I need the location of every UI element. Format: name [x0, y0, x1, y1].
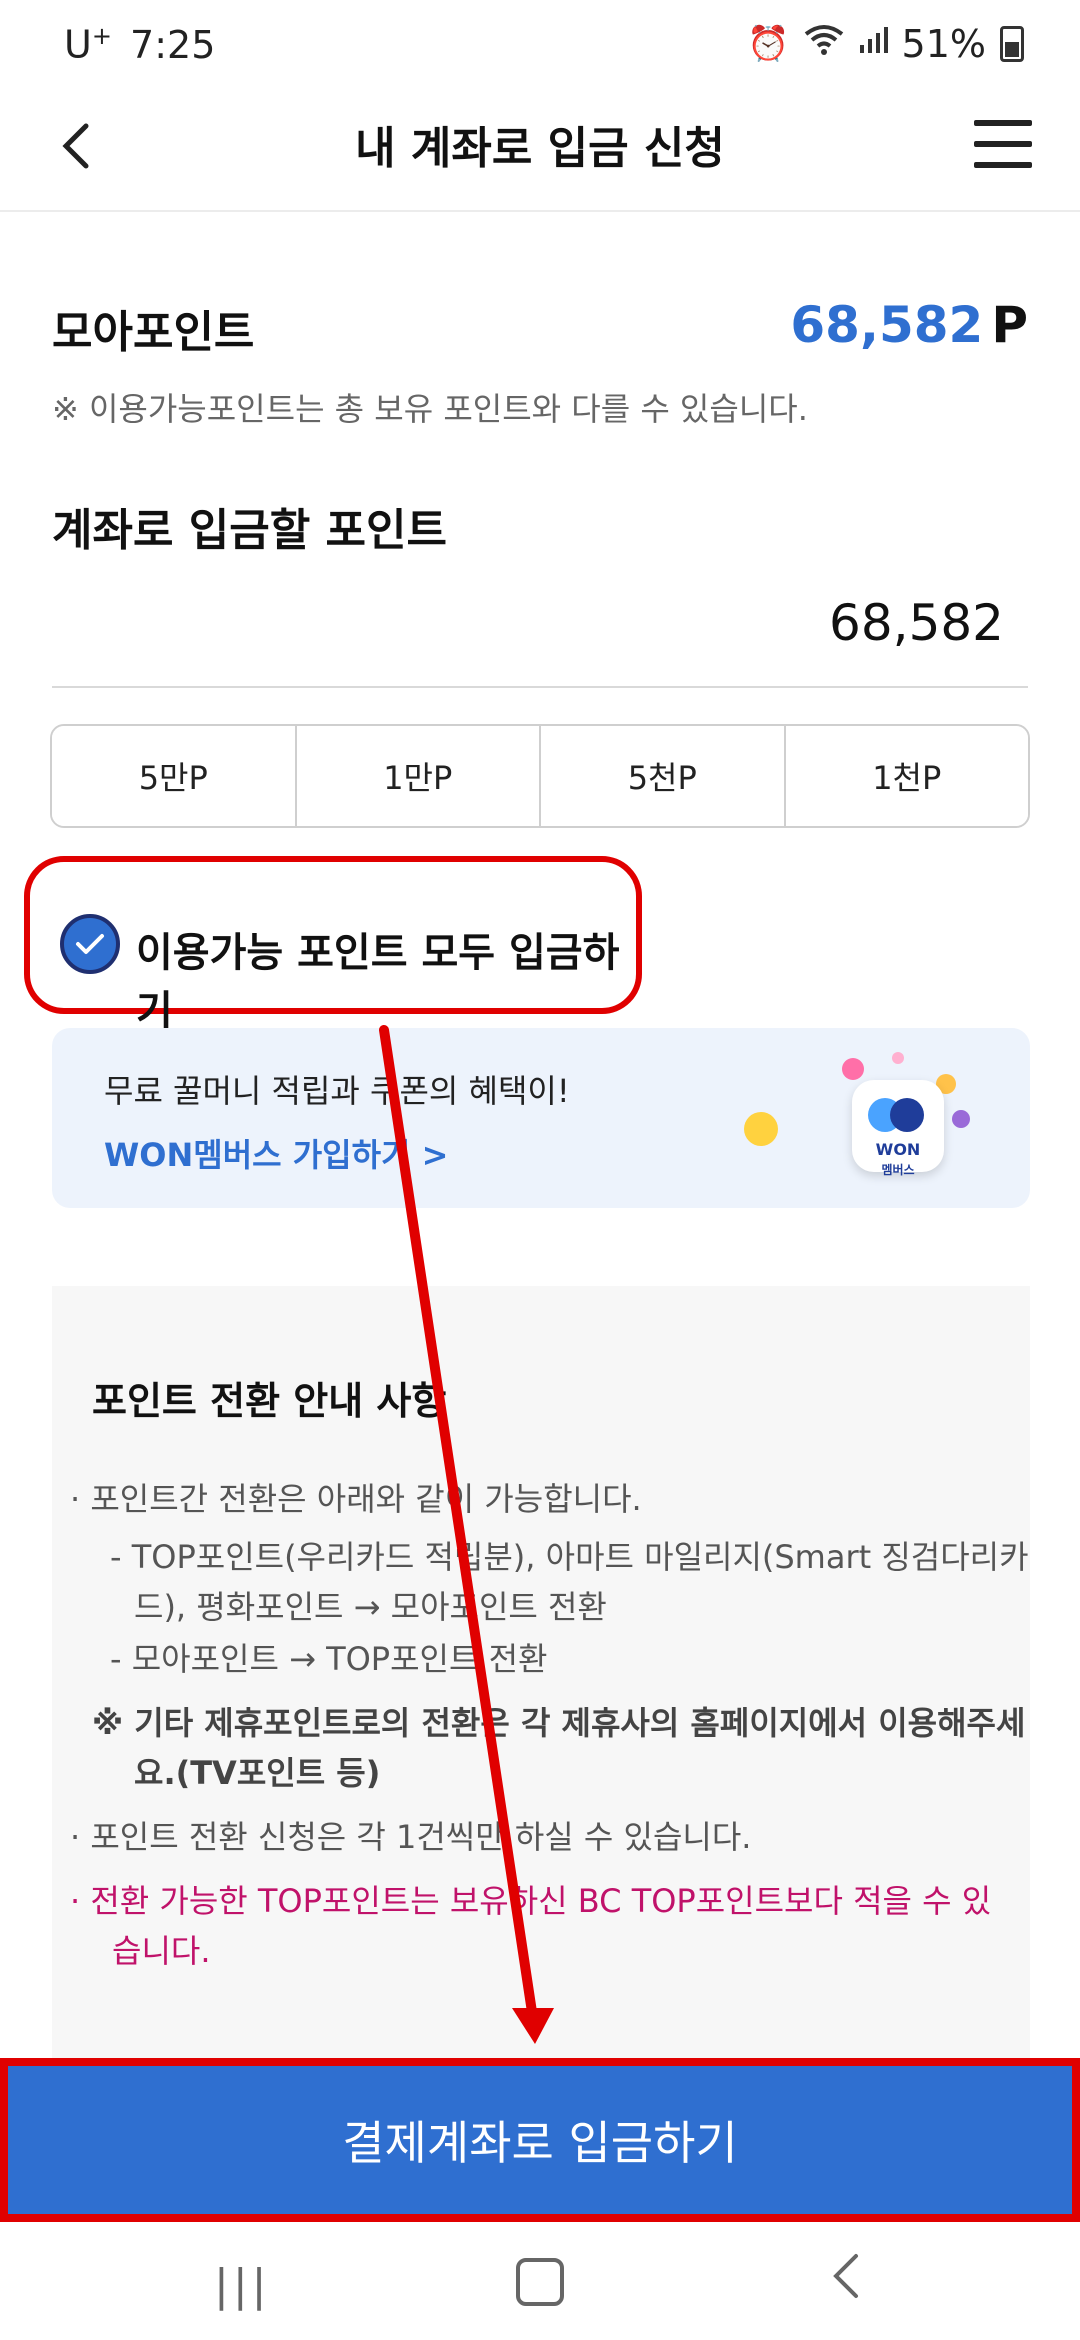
points-note: ※ 이용가능포인트는 총 보유 포인트와 다를 수 있습니다.: [52, 390, 808, 428]
deposit-all-label[interactable]: 이용가능 포인트 모두 입금하기: [136, 920, 636, 1036]
info-item-warning: 습니다.: [112, 1932, 211, 1970]
info-item: 드), 평화포인트 → 모아포인트 전환: [134, 1588, 607, 1626]
won-app-icon: WON 멤버스: [852, 1080, 944, 1177]
info-item: ※ 기타 제휴포인트로의 전환은 각 제휴사의 홈페이지에서 이용해주세: [92, 1704, 1026, 1742]
info-item: · 포인트간 전환은 아래와 같이 가능합니다.: [70, 1480, 642, 1518]
home-icon[interactable]: [516, 2258, 564, 2306]
quick-amount-group: 5만P 1만P 5천P 1천P: [50, 724, 1030, 828]
page-title: 내 계좌로 입금 신청: [355, 123, 725, 174]
clock: 7:25: [130, 22, 216, 67]
info-title: 포인트 전환 안내 사항: [92, 1379, 447, 1423]
info-item: · 포인트 전환 신청은 각 1건씩만 하실 수 있습니다.: [70, 1818, 752, 1856]
decoration-dot: [892, 1052, 904, 1064]
nav-back-icon[interactable]: [828, 2250, 864, 2315]
wifi-icon: [804, 24, 844, 65]
quick-amount-1000-button[interactable]: 1천P: [785, 726, 1028, 826]
won-app-label: WON 멤버스: [875, 1140, 921, 1177]
status-icons: ⏰ 51%: [747, 22, 1024, 66]
app-header: 내 계좌로 입금 신청: [0, 90, 1080, 212]
moa-points-value: 68,582 P: [790, 296, 1028, 354]
moa-points-number: 68,582: [790, 296, 984, 354]
deposit-amount-input[interactable]: 68,582: [829, 594, 1004, 652]
system-nav-bar: |||: [0, 2222, 1080, 2340]
check-icon[interactable]: [60, 914, 120, 974]
battery-level: 51%: [901, 22, 986, 66]
recent-apps-icon[interactable]: |||: [214, 2260, 270, 2311]
carrier-label: U: [64, 22, 92, 67]
won-members-banner[interactable]: 무료 꿀머니 적립과 쿠폰의 혜택이! WON멤버스 가입하기 > WON 멤버스: [52, 1028, 1030, 1208]
deposit-points-label: 계좌로 입금할 포인트: [52, 505, 447, 556]
banner-text: 무료 꿀머니 적립과 쿠폰의 혜택이!: [104, 1072, 570, 1110]
won-members-join-link[interactable]: WON멤버스 가입하기 >: [104, 1130, 448, 1176]
signal-icon: [858, 24, 888, 64]
moa-points-unit: P: [991, 296, 1028, 354]
deposit-to-payment-account-button[interactable]: 결제계좌로 입금하기: [0, 2058, 1080, 2222]
info-item: - TOP포인트(우리카드 적립분), 아마트 마일리지(Smart 징검다리카: [110, 1538, 1029, 1576]
status-bar: U+ 7:25 ⏰ 51%: [0, 0, 1080, 90]
deposit-all-checkbox[interactable]: 이용가능 포인트 모두 입금하기: [24, 856, 642, 1034]
battery-icon: [1000, 26, 1024, 62]
carrier-mark: +: [91, 22, 112, 50]
point-conversion-info: 포인트 전환 안내 사항 · 포인트간 전환은 아래와 같이 가능합니다. - …: [52, 1286, 1030, 2086]
menu-icon[interactable]: [974, 120, 1032, 168]
decoration-dot: [842, 1058, 864, 1080]
decoration-dot: [744, 1112, 778, 1146]
info-item: - 모아포인트 → TOP포인트 전환: [110, 1640, 548, 1678]
quick-amount-10000-button[interactable]: 1만P: [296, 726, 541, 826]
carrier-time: U+ 7:25: [64, 22, 215, 67]
amount-underline: [52, 686, 1028, 688]
info-item-warning: · 전환 가능한 TOP포인트는 보유하신 BC TOP포인트보다 적을 수 있: [70, 1882, 992, 1920]
quick-amount-50000-button[interactable]: 5만P: [52, 726, 297, 826]
alarm-icon: ⏰: [747, 24, 790, 64]
decoration-dot: [952, 1110, 970, 1128]
info-item: 요.(TV포인트 등): [134, 1754, 381, 1792]
quick-amount-5000-button[interactable]: 5천P: [541, 726, 786, 826]
